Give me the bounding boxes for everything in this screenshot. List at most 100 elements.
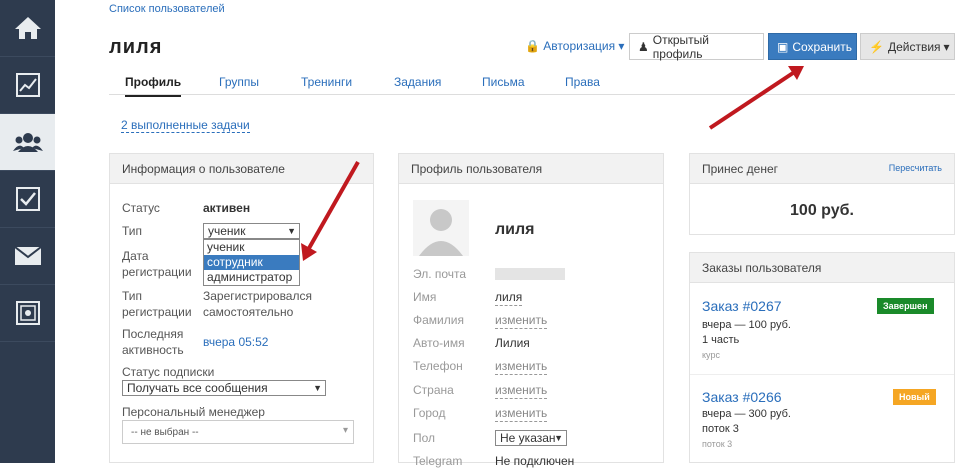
manager-select[interactable]: -- не выбран -- ▾ bbox=[122, 420, 354, 444]
actions-label: Действия bbox=[887, 39, 941, 54]
type-option-employee[interactable]: сотрудник bbox=[204, 255, 299, 270]
checkbox-icon bbox=[15, 187, 40, 211]
gender-select-value: Не указан bbox=[500, 431, 556, 445]
main-content: Список пользователей лиля 🔒 Авторизация … bbox=[55, 0, 955, 468]
tab-rights[interactable]: Права bbox=[565, 75, 600, 89]
sidebar-item-users[interactable] bbox=[0, 114, 55, 171]
profile-name: лиля bbox=[495, 221, 535, 238]
list-item: Заказ #0266 Новый вчера — 300 руб. поток… bbox=[690, 375, 954, 464]
open-profile-label: Открытый профиль bbox=[652, 32, 709, 61]
first-name-label: Имя bbox=[413, 290, 437, 304]
users-icon bbox=[12, 133, 43, 152]
email-value bbox=[495, 268, 565, 280]
last-name-edit[interactable]: изменить bbox=[495, 312, 548, 329]
sidebar-item-safe[interactable] bbox=[0, 285, 55, 342]
reg-date-label: Дата регистрации bbox=[122, 249, 192, 279]
home-icon bbox=[14, 17, 41, 39]
type-select[interactable]: ученик ▼ bbox=[203, 223, 300, 239]
completed-tasks-link[interactable]: 2 выполненные задачи bbox=[121, 118, 250, 133]
status-badge: Новый bbox=[893, 389, 936, 405]
subscription-label: Статус подписки bbox=[122, 365, 215, 379]
open-profile-button[interactable]: ♟ Открытый профиль bbox=[629, 32, 764, 61]
tab-letters[interactable]: Письма bbox=[482, 75, 525, 89]
last-activity-value[interactable]: вчера 05:52 bbox=[203, 334, 268, 350]
gender-label: Пол bbox=[413, 431, 436, 445]
sidebar-item-tasks[interactable] bbox=[0, 171, 55, 228]
order-line1: вчера — 100 руб. bbox=[702, 319, 791, 331]
user-icon: ♟ bbox=[638, 39, 649, 54]
reg-type-value: Зарегистрировался самостоятельно bbox=[203, 289, 312, 319]
money-panel: Принес денег Пересчитать 100 руб. bbox=[689, 153, 955, 235]
tab-trainings[interactable]: Тренинги bbox=[301, 75, 352, 89]
phone-edit[interactable]: изменить bbox=[495, 358, 548, 375]
avatar bbox=[413, 200, 469, 256]
country-edit[interactable]: изменить bbox=[495, 382, 548, 399]
gender-select[interactable]: Не указан ▼ bbox=[495, 430, 567, 446]
sidebar bbox=[0, 0, 55, 463]
sidebar-item-stats[interactable] bbox=[0, 57, 55, 114]
order-line2: 1 часть bbox=[702, 334, 740, 346]
type-label: Тип bbox=[122, 224, 143, 238]
chevron-down-icon: ▾ bbox=[342, 425, 348, 436]
order-number[interactable]: Заказ #0267 bbox=[702, 298, 782, 314]
status-label: Статус bbox=[122, 201, 160, 215]
save-button[interactable]: ▣ Сохранить bbox=[768, 33, 857, 60]
order-line3: курс bbox=[702, 350, 720, 360]
reg-type-label: Тип регистрации bbox=[122, 289, 192, 319]
chart-icon bbox=[15, 73, 40, 97]
list-item: Заказ #0267 Завершен вчера — 100 руб. 1 … bbox=[690, 283, 954, 375]
first-name-value[interactable]: лиля bbox=[495, 289, 523, 306]
tab-groups[interactable]: Группы bbox=[219, 75, 259, 89]
status-badge: Завершен bbox=[877, 298, 934, 314]
country-label: Страна bbox=[413, 383, 454, 397]
recalc-link[interactable]: Пересчитать bbox=[889, 163, 942, 173]
caret-down-icon: ▾ bbox=[943, 39, 950, 54]
money-header: Принес денег Пересчитать bbox=[690, 154, 954, 184]
tab-profile[interactable]: Профиль bbox=[125, 75, 182, 97]
floppy-icon: ▣ bbox=[777, 39, 789, 54]
manager-select-value: -- не выбран -- bbox=[131, 427, 199, 438]
orders-panel: Заказы пользователя Заказ #0267 Завершен… bbox=[689, 252, 955, 463]
auth-dropdown[interactable]: 🔒 Авторизация ▾ bbox=[525, 39, 624, 53]
subscription-select[interactable]: Получать все сообщения ▼ bbox=[122, 380, 326, 396]
caret-down-icon: ▼ bbox=[287, 226, 296, 236]
bolt-icon: ⚡ bbox=[869, 39, 884, 54]
city-label: Город bbox=[413, 406, 446, 420]
email-label: Эл. почта bbox=[413, 267, 467, 281]
sidebar-item-mail[interactable] bbox=[0, 228, 55, 285]
caret-down-icon: ▾ bbox=[618, 39, 625, 53]
manager-label: Персональный менеджер bbox=[122, 405, 265, 419]
money-title: Принес денег bbox=[702, 162, 778, 176]
caret-down-icon: ▼ bbox=[313, 383, 322, 393]
last-activity-label: Последняя активность bbox=[122, 327, 184, 357]
telegram-value: Не подключен bbox=[495, 454, 575, 468]
mail-icon bbox=[13, 246, 42, 265]
type-option-admin[interactable]: администратор bbox=[204, 270, 299, 285]
caret-down-icon: ▼ bbox=[554, 433, 563, 443]
type-option-student[interactable]: ученик bbox=[204, 240, 299, 255]
lock-icon: 🔒 bbox=[525, 39, 540, 53]
phone-label: Телефон bbox=[413, 359, 463, 373]
city-edit[interactable]: изменить bbox=[495, 405, 548, 422]
money-amount: 100 руб. bbox=[790, 202, 854, 219]
telegram-label: Telegram bbox=[413, 454, 463, 468]
user-info-title: Информация о пользователе bbox=[110, 154, 373, 184]
user-profile-title: Профиль пользователя bbox=[399, 154, 663, 184]
status-value: активен bbox=[203, 201, 251, 215]
actions-button[interactable]: ⚡ Действия ▾ bbox=[860, 33, 955, 60]
user-info-panel: Информация о пользователе Статус активен… bbox=[109, 153, 374, 463]
save-label: Сохранить bbox=[792, 39, 852, 54]
type-dropdown-list: ученик сотрудник администратор bbox=[203, 239, 300, 286]
sidebar-item-home[interactable] bbox=[0, 0, 55, 57]
order-number[interactable]: Заказ #0266 bbox=[702, 389, 782, 405]
auto-name-label: Авто-имя bbox=[413, 336, 465, 350]
safe-icon bbox=[15, 301, 40, 325]
breadcrumb[interactable]: Список пользователей bbox=[109, 3, 225, 15]
tab-bar: Профиль Группы Тренинги Задания Письма П… bbox=[109, 70, 955, 97]
subscription-select-value: Получать все сообщения bbox=[127, 381, 268, 395]
auth-label: Авторизация bbox=[543, 39, 616, 53]
order-line1: вчера — 300 руб. bbox=[702, 408, 791, 420]
user-profile-panel: Профиль пользователя лиля Эл. почта Имя … bbox=[398, 153, 664, 468]
tab-tasks[interactable]: Задания bbox=[394, 75, 441, 89]
page-title: лиля bbox=[109, 36, 163, 58]
